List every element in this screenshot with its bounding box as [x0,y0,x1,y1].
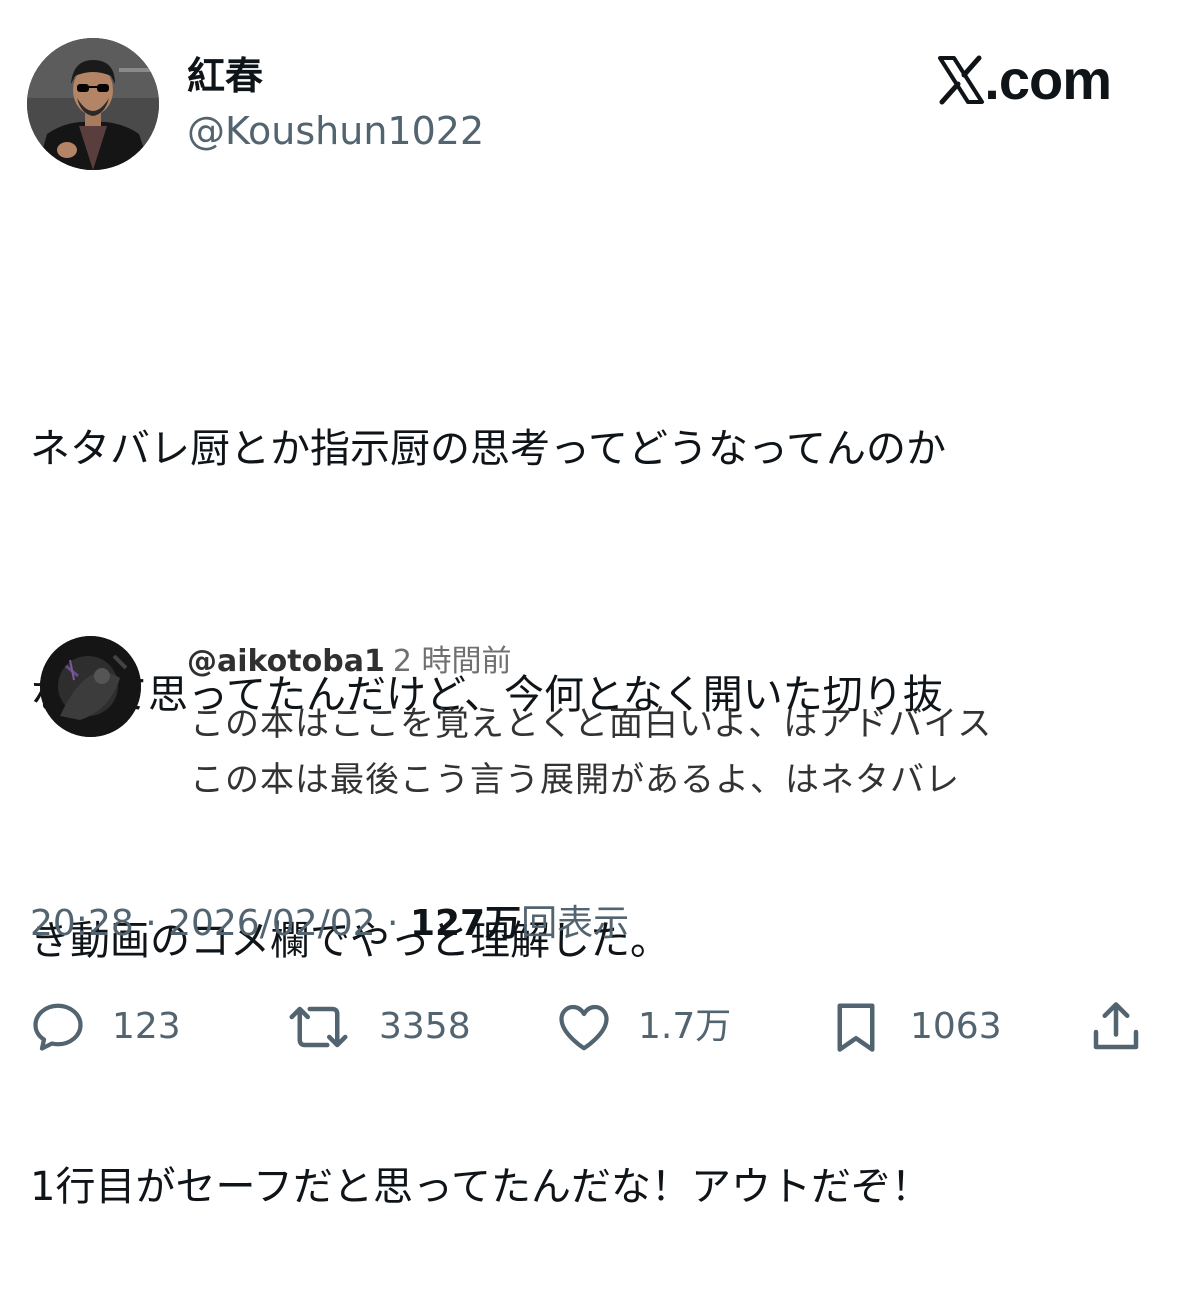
tweet-text-line: 1行目がセーフだと思ってたんだな！アウトだぞ！ [30,1164,932,1210]
heart-icon [559,1004,609,1051]
x-logo-icon [938,55,985,105]
author-avatar[interactable] [27,38,159,170]
commenter-avatar-image [40,636,141,737]
share-icon [1093,1002,1139,1050]
retweet-count: 3358 [379,1006,471,1047]
bookmark-count: 1063 [910,1006,1002,1047]
views-label: 回表示 [521,903,630,944]
comment-header: @aikotoba1 2 時間前 [187,642,511,682]
tweet-text-line: ネタバレ厨とか指示厨の思考ってどうなってんのか [30,426,946,472]
tweet-meta: 20:28 · 2026/02/02 · 127万回表示 [30,900,629,948]
reply-button[interactable]: 123 [28,995,181,1059]
commenter-avatar [40,636,141,737]
retweet-icon [289,1006,348,1048]
brand-text: .com [984,48,1112,111]
share-button[interactable] [1086,995,1146,1059]
comment-timestamp: 2 時間前 [392,644,512,679]
like-count: 1.7万 [638,1006,732,1047]
brand-watermark: .com [936,48,1112,111]
comment-text-line: この本は最後こう言う展開があるよ、はネタバレ [190,760,960,800]
views-count: 127万 [409,903,522,944]
retweet-button[interactable]: 3358 [287,995,471,1059]
bookmark-icon [837,1003,875,1052]
reply-icon [33,1003,83,1051]
action-bar: 123 3358 1.7万 1063 [0,995,1179,1059]
attached-image[interactable]: @aikotoba1 2 時間前 この本はここを覚えとくと面白いよ、はアドバイス … [40,636,1120,816]
tweet-time[interactable]: 20:28 [30,903,134,944]
author-handle[interactable]: @Koushun1022 [187,107,484,155]
author-display-name[interactable]: 紅春 [187,52,263,100]
meta-separator: · [375,903,410,944]
like-button[interactable]: 1.7万 [554,995,731,1059]
bookmark-button[interactable]: 1063 [826,995,1002,1059]
tweet-date[interactable]: 2026/02/02 [168,903,376,944]
profile-photo [27,38,159,170]
reply-count: 123 [112,1006,181,1047]
meta-separator: · [133,903,169,944]
commenter-username: @aikotoba1 [187,644,385,679]
comment-text-line: この本はここを覚えとくと面白いよ、はアドバイス [190,704,993,744]
